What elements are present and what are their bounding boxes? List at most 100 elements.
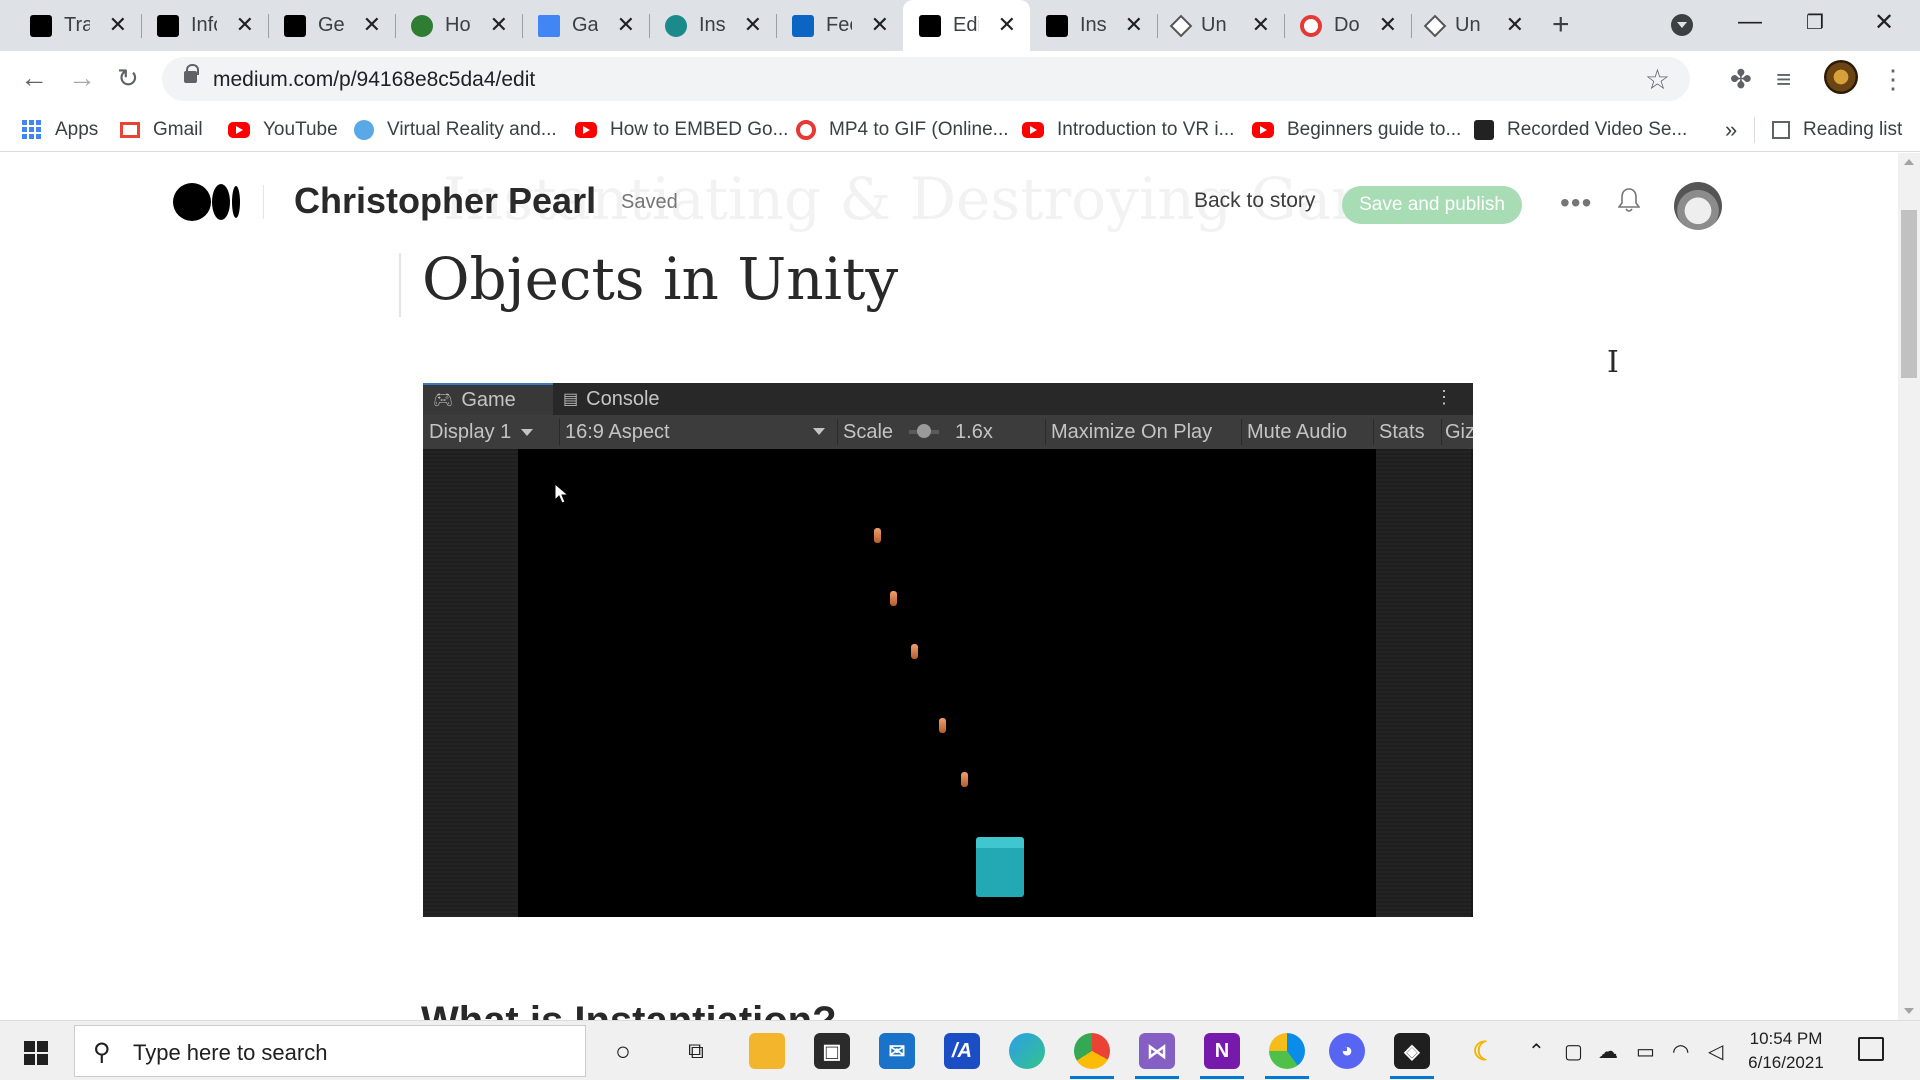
unity-letterbox-left — [423, 449, 518, 917]
tab-title: Inst — [1080, 14, 1106, 36]
bookmark-item[interactable]: MP4 to GIF (Online... — [796, 107, 1009, 152]
unity-icon[interactable]: ◈ — [1390, 1033, 1434, 1079]
browser-tab[interactable]: How ✕ — [395, 0, 522, 51]
bookmark-item[interactable]: How to EMBED Go... — [575, 107, 788, 152]
forward-icon[interactable]: → — [68, 63, 96, 93]
browser-tab[interactable]: Fee ✕ — [776, 0, 903, 51]
edge-icon[interactable] — [1009, 1033, 1045, 1069]
bookmark-item[interactable]: Recorded Video Se... — [1474, 107, 1687, 152]
post-title[interactable]: Objects in Unity — [422, 245, 898, 313]
browser-tab[interactable]: Inst ✕ — [649, 0, 776, 51]
task-view-icon[interactable]: ⧉ — [678, 1033, 714, 1069]
chrome-menu-icon[interactable]: ⋮ — [1880, 64, 1906, 95]
bookmark-item[interactable]: YouTube — [228, 107, 338, 152]
unity-separator — [1241, 419, 1242, 445]
visual-studio-icon[interactable]: ⋈ — [1135, 1033, 1179, 1079]
close-window-icon[interactable]: ✕ — [1874, 8, 1894, 37]
media-control-icon[interactable]: ≡ — [1776, 64, 1791, 95]
reading-list-icon — [1772, 120, 1790, 139]
youtube-icon — [1022, 121, 1044, 138]
reading-list-button[interactable]: Reading list — [1772, 107, 1902, 152]
wifi-icon[interactable]: ◠ — [1672, 1039, 1689, 1064]
volume-icon[interactable]: ◁ — [1708, 1039, 1723, 1064]
browser-tab[interactable]: Edit ✕ — [903, 0, 1030, 51]
bookmark-item[interactable]: Virtual Reality and... — [354, 107, 557, 152]
show-hidden-icons-chevron-icon[interactable]: ⌃ — [1528, 1039, 1545, 1064]
browser-tab[interactable]: Gen ✕ — [268, 0, 395, 51]
unity-separator — [1441, 419, 1442, 445]
scroll-up-icon[interactable] — [1904, 159, 1914, 165]
player-cube — [976, 837, 1024, 897]
browser-tab[interactable]: Tran ✕ — [14, 0, 141, 51]
user-avatar[interactable] — [1674, 182, 1722, 230]
minimize-icon[interactable]: — — [1738, 8, 1762, 36]
new-tab-button[interactable]: + — [1552, 10, 1570, 40]
close-tab-icon[interactable]: ✕ — [617, 13, 635, 37]
laser-projectile — [874, 528, 881, 543]
bookmark-star-icon[interactable]: ☆ — [1645, 63, 1670, 96]
battery-icon[interactable]: ▭ — [1636, 1039, 1655, 1064]
close-tab-icon[interactable]: ✕ — [1379, 13, 1397, 37]
close-tab-icon[interactable]: ✕ — [1125, 13, 1143, 37]
onenote-icon[interactable]: N — [1200, 1033, 1244, 1079]
bookmark-item[interactable]: Beginners guide to... — [1252, 107, 1461, 152]
page-scrollbar[interactable] — [1898, 153, 1920, 1020]
chevron-down-icon — [813, 428, 825, 435]
cortana-icon[interactable]: ○ — [605, 1033, 641, 1069]
browser-tab[interactable]: Unit ✕ — [1411, 0, 1538, 51]
bookmark-item[interactable]: Gmail — [120, 107, 203, 152]
save-and-publish-button[interactable]: Save and publish — [1342, 186, 1522, 224]
autodesk-icon[interactable]: /A — [944, 1033, 980, 1069]
close-tab-icon[interactable]: ✕ — [109, 13, 127, 37]
scrollbar-thumb[interactable] — [1901, 210, 1917, 378]
system-clock[interactable]: 10:54 PM 6/16/2021 — [1734, 1027, 1838, 1075]
browser-tab[interactable]: Unit ✕ — [1157, 0, 1284, 51]
mail-icon[interactable]: ✉ — [879, 1033, 915, 1069]
microsoft-store-icon[interactable]: ▣ — [814, 1033, 850, 1069]
discord-icon[interactable]: ◕ — [1329, 1033, 1365, 1069]
close-tab-icon[interactable]: ✕ — [1506, 13, 1524, 37]
notifications-bell-icon[interactable] — [1618, 187, 1640, 213]
reload-icon[interactable]: ↻ — [117, 63, 139, 93]
section-heading[interactable]: What is Instantiation? — [421, 999, 837, 1020]
close-tab-icon[interactable]: ✕ — [744, 13, 762, 37]
unity-aspect-label: 16:9 Aspect — [565, 420, 670, 443]
profile-avatar[interactable] — [1824, 60, 1858, 94]
windows-start-icon[interactable] — [24, 1041, 48, 1065]
browser-tab[interactable]: Gan ✕ — [522, 0, 649, 51]
close-tab-icon[interactable]: ✕ — [363, 13, 381, 37]
bookmarks-overflow-button[interactable]: » — [1725, 107, 1737, 152]
medium-logo-icon[interactable] — [173, 183, 241, 221]
back-icon[interactable]: ← — [20, 63, 48, 93]
tab-search-icon[interactable] — [1671, 14, 1693, 36]
taskbar-search-placeholder: Type here to search — [133, 1040, 328, 1065]
close-tab-icon[interactable]: ✕ — [998, 13, 1016, 37]
unity-game-view-image[interactable]: 🎮︎ Game ▤ Console ⋮ Display 1 16:9 Aspec… — [423, 383, 1473, 917]
address-bar[interactable]: medium.com/p/94168e8c5da4/edit ☆ — [162, 57, 1690, 101]
onedrive-icon[interactable]: ☁ — [1598, 1039, 1618, 1064]
file-explorer-icon[interactable] — [749, 1033, 785, 1069]
close-tab-icon[interactable]: ✕ — [1252, 13, 1270, 37]
restore-icon[interactable]: ❐ — [1806, 10, 1824, 35]
browser-tab[interactable]: Dov ✕ — [1284, 0, 1411, 51]
close-tab-icon[interactable]: ✕ — [490, 13, 508, 37]
meet-now-icon[interactable]: ▢ — [1564, 1039, 1583, 1064]
browser-tab[interactable]: Info ✕ — [141, 0, 268, 51]
bookmark-item[interactable]: Introduction to VR i... — [1022, 107, 1234, 152]
edge-canary-icon[interactable] — [1265, 1033, 1309, 1079]
scroll-down-icon[interactable] — [1904, 1008, 1914, 1014]
extensions-icon[interactable]: ✤ — [1730, 64, 1752, 95]
close-tab-icon[interactable]: ✕ — [871, 13, 889, 37]
browser-tab[interactable]: Inst ✕ — [1030, 0, 1157, 51]
back-to-story-link[interactable]: Back to story — [1194, 189, 1315, 213]
action-center-icon[interactable] — [1858, 1037, 1884, 1061]
lock-icon[interactable] — [184, 64, 199, 83]
windows-taskbar: ⚲ Type here to search ○ ⧉ ▣ ✉ /A ⋈ N ◕ ◈… — [0, 1020, 1920, 1080]
night-light-icon[interactable]: ☾ — [1466, 1033, 1502, 1069]
more-options-icon[interactable]: ••• — [1560, 187, 1592, 219]
chrome-icon[interactable] — [1070, 1033, 1114, 1079]
bookmark-item[interactable]: Apps — [22, 107, 98, 152]
taskbar-search-box[interactable]: ⚲ Type here to search — [74, 1025, 586, 1077]
close-tab-icon[interactable]: ✕ — [236, 13, 254, 37]
url-text[interactable]: medium.com/p/94168e8c5da4/edit — [213, 68, 535, 92]
